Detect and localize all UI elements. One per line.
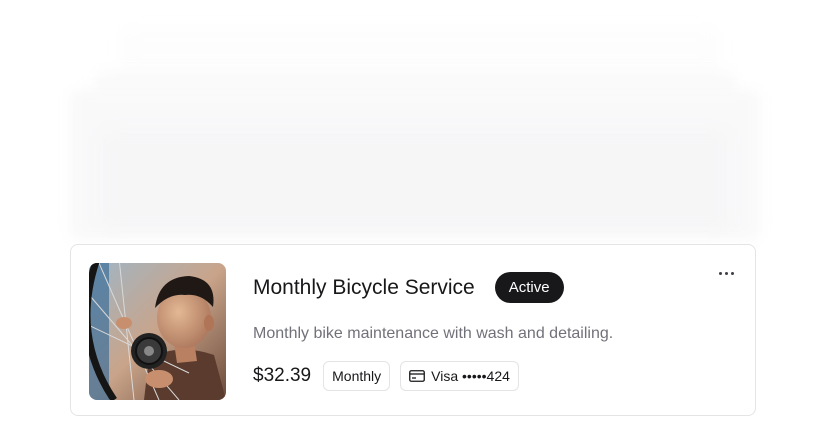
title-row: Monthly Bicycle Service Active: [253, 272, 564, 303]
frequency-tag: Monthly: [323, 361, 391, 391]
frequency-label: Monthly: [332, 368, 382, 384]
stacked-card-shadows: [0, 0, 828, 250]
meta-row: $32.39 Monthly Visa •••••424: [253, 361, 519, 391]
price: $32.39: [253, 365, 312, 386]
payment-method-label: Visa •••••424: [431, 368, 510, 384]
ghost-card: [120, 28, 720, 68]
credit-card-icon: [409, 370, 426, 382]
ghost-card: [100, 130, 730, 230]
mechanic-photo: [89, 263, 226, 400]
subscription-description: Monthly bike maintenance with wash and d…: [253, 325, 614, 342]
ellipsis-icon[interactable]: [715, 263, 737, 283]
subscription-card[interactable]: Monthly Bicycle Service Active Monthly b…: [70, 244, 756, 416]
payment-method-tag: Visa •••••424: [400, 361, 519, 391]
subscription-title: Monthly Bicycle Service: [253, 275, 475, 299]
status-badge: Active: [494, 272, 564, 303]
subscription-image: [89, 263, 226, 400]
